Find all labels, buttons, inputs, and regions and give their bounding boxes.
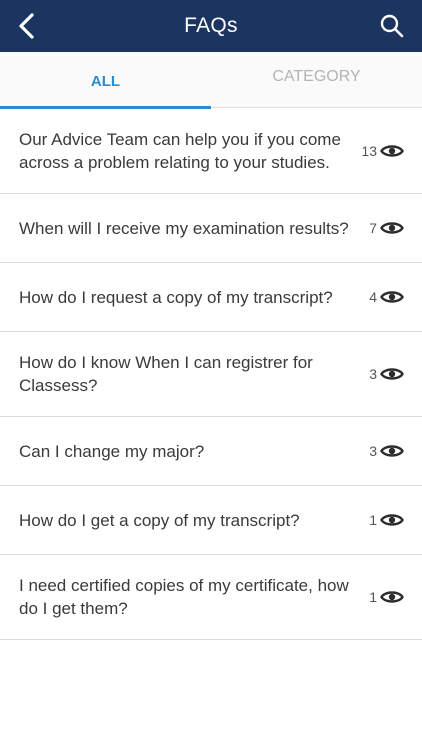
faq-question: How do I request a copy of my transcript… bbox=[19, 287, 333, 307]
faq-question: Can I change my major? bbox=[19, 441, 205, 461]
faq-item[interactable]: I need certified copies of my certificat… bbox=[0, 555, 422, 640]
eye-icon bbox=[380, 222, 404, 234]
view-count-meta: 7 bbox=[369, 220, 404, 236]
faq-question: When will I receive my examination resul… bbox=[19, 218, 349, 238]
view-count: 3 bbox=[369, 443, 377, 459]
chevron-left-icon bbox=[19, 13, 34, 39]
faq-item[interactable]: How do I get a copy of my transcript? 1 bbox=[0, 486, 422, 555]
tab-all[interactable]: ALL bbox=[0, 52, 211, 109]
view-count-meta: 3 bbox=[369, 443, 404, 459]
view-count: 1 bbox=[369, 589, 377, 605]
view-count: 4 bbox=[369, 289, 377, 305]
tab-category[interactable]: CATEGORY bbox=[211, 52, 422, 108]
tab-bar: ALL CATEGORY bbox=[0, 52, 422, 109]
faq-item[interactable]: How do I request a copy of my transcript… bbox=[0, 263, 422, 332]
faq-question: How do I get a copy of my transcript? bbox=[19, 510, 300, 530]
view-count: 1 bbox=[369, 512, 377, 528]
faq-item[interactable]: How do I know When I can registrer for C… bbox=[0, 332, 422, 417]
page-title: FAQs bbox=[184, 14, 238, 37]
faq-item[interactable]: Can I change my major? 3 bbox=[0, 417, 422, 486]
search-button[interactable] bbox=[374, 8, 410, 44]
faq-list: Our Advice Team can help you if you come… bbox=[0, 109, 422, 640]
view-count-meta: 3 bbox=[369, 366, 404, 382]
faq-question: Our Advice Team can help you if you come… bbox=[19, 130, 341, 172]
faq-item[interactable]: Our Advice Team can help you if you come… bbox=[0, 109, 422, 194]
faq-question: I need certified copies of my certificat… bbox=[19, 576, 349, 618]
eye-icon bbox=[380, 291, 404, 303]
faq-item[interactable]: When will I receive my examination resul… bbox=[0, 194, 422, 263]
view-count-meta: 1 bbox=[369, 589, 404, 605]
view-count-meta: 1 bbox=[369, 512, 404, 528]
back-button[interactable] bbox=[8, 8, 44, 44]
view-count: 7 bbox=[369, 220, 377, 236]
faq-question: How do I know When I can registrer for C… bbox=[19, 353, 313, 395]
view-count: 13 bbox=[361, 143, 377, 159]
view-count: 3 bbox=[369, 366, 377, 382]
view-count-meta: 13 bbox=[361, 143, 404, 159]
search-icon bbox=[380, 14, 404, 38]
eye-icon bbox=[380, 514, 404, 526]
eye-icon bbox=[380, 368, 404, 380]
app-header: FAQs bbox=[0, 0, 422, 52]
eye-icon bbox=[380, 591, 404, 603]
view-count-meta: 4 bbox=[369, 289, 404, 305]
eye-icon bbox=[380, 145, 404, 157]
eye-icon bbox=[380, 445, 404, 457]
